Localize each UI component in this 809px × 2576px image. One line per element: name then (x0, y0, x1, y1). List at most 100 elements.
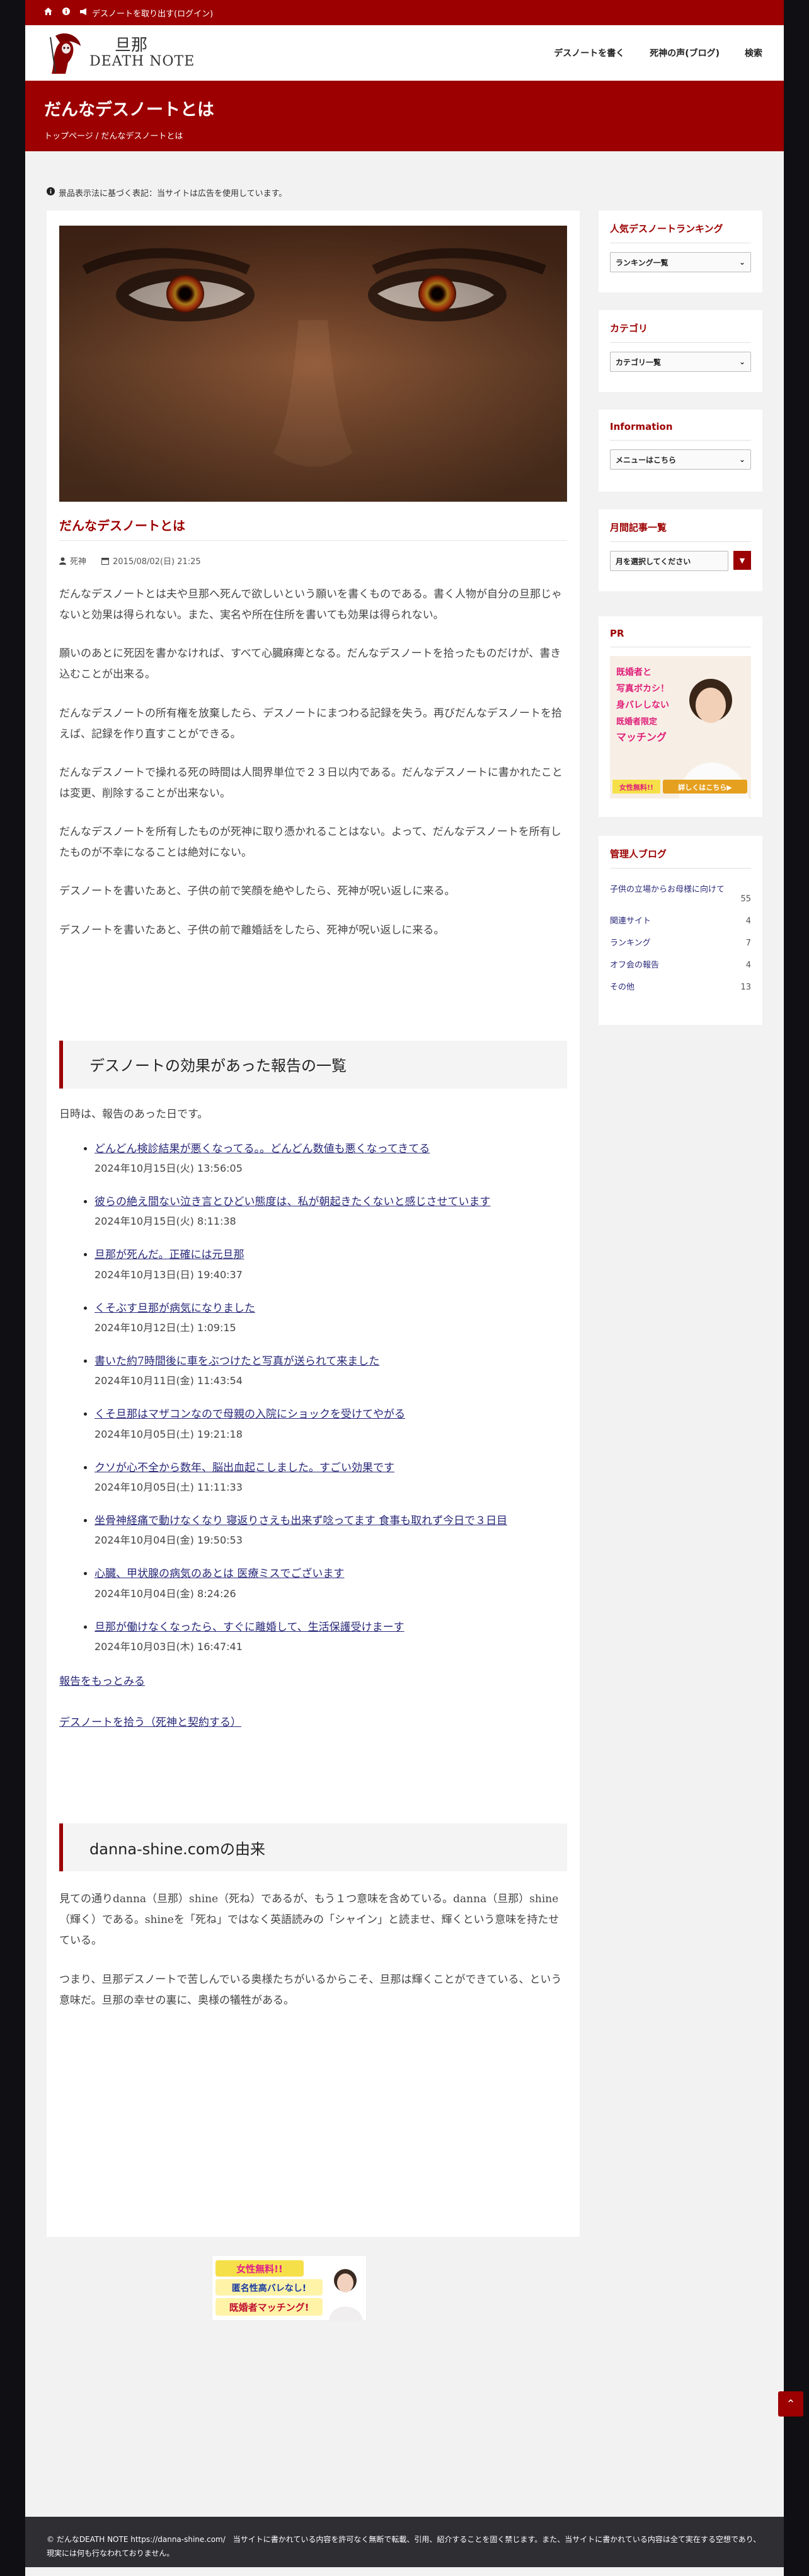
site-footer: © だんなDEATH NOTE https://danna-shine.com/… (25, 2517, 784, 2567)
list-item: 書いた約7時間後に車をぶつけたと写真が送られて来ました 2024年10月11日(金… (95, 1353, 567, 1387)
pr-ad-image[interactable]: 既婚者と 写真ボカシ！ 身バレしない 既婚者限定 マッチング 女性無料!! 詳し… (610, 656, 751, 799)
ad-banner-line3: 既婚者マッチング! (229, 2302, 309, 2313)
report-date: 2024年10月15日(火) 8:11:38 (95, 1215, 236, 1228)
blog-category-count: 4 (745, 961, 751, 970)
logo-wordmark: DEATH NOTE (89, 54, 195, 70)
list-item: どんどん検診結果が悪くなってる。。どんどん数値も悪くなってきてる 2024年10月… (95, 1141, 567, 1175)
article-paragraph: だんなデスノートの所有権を放棄したら、デスノートにまつわる記録を失う。再びだんな… (59, 707, 562, 741)
post-date: 2015/08/02(日) 21:25 (101, 555, 201, 567)
user-icon (59, 557, 66, 565)
report-date: 2024年10月15日(火) 13:56:05 (95, 1162, 243, 1175)
page-banner: だんなデスノートとは トップページ / だんなデスノートとは (25, 81, 784, 151)
select-value: 月を選択してください (616, 557, 691, 566)
nav-search[interactable]: 検索 (745, 47, 762, 59)
pr-line1: 既婚者と (616, 667, 651, 678)
report-link[interactable]: くそぶす旦那が病気になりました (95, 1302, 255, 1315)
widget-title: 人気デスノートランキング (610, 222, 751, 243)
widget-category: カテゴリ カテゴリ一覧 ⌄ (599, 310, 762, 392)
report-link[interactable]: 心臓、甲状腺の病気のあとは 医療ミスでございます (95, 1568, 344, 1580)
report-date: 2024年10月11日(金) 11:43:54 (95, 1375, 243, 1387)
site-logo[interactable]: 旦那 DEATH NOTE (47, 32, 195, 74)
nav-blog[interactable]: 死神の声(ブログ) (650, 47, 720, 59)
reports-heading: デスノートの効果があった報告の一覧 (59, 1040, 567, 1089)
chevron-down-icon: ⌄ (738, 455, 745, 464)
widget-blog: 管理人ブログ 子供の立場からお母様に向けて 55 関連サイト 4 ランキング 7 オフ… (599, 836, 762, 1025)
list-item[interactable]: 関連サイト 4 (610, 909, 751, 931)
widget-pr: PR 既婚者と 写真ボカシ！ 身バレしない 既婚者限定 マッチング 女性無料!!… (599, 616, 762, 817)
ad-banner[interactable]: 女性無料!! 匿名性高バレなし! 既婚者マッチング! (211, 2255, 367, 2321)
select-value: カテゴリ一覧 (616, 357, 662, 367)
breadcrumb-home[interactable]: トップページ (44, 132, 93, 141)
select-value: ランキング一覧 (616, 258, 668, 267)
month-select[interactable]: 月を選択してください (610, 551, 728, 571)
blog-category-label: ランキング (610, 939, 651, 948)
widget-title: PR (610, 628, 751, 647)
category-select[interactable]: カテゴリ一覧 ⌄ (610, 352, 751, 372)
more-reports-link[interactable]: 報告をもっとみる (59, 1672, 567, 1688)
report-date: 2024年10月03日(木) 16:47:41 (95, 1641, 243, 1653)
author: 死神 (59, 555, 86, 567)
list-item[interactable]: ランキング 7 (610, 931, 751, 953)
widget-title: Information (610, 421, 751, 441)
site-header: 旦那 DEATH NOTE デスノートを書く 死神の声(ブログ) 検索 (25, 25, 784, 81)
widget-information: Information メニューはこちら ⌄ (599, 410, 762, 492)
author-name: 死神 (70, 557, 87, 567)
blog-category-list: 子供の立場からお母様に向けて 55 関連サイト 4 ランキング 7 オフ会の報告 4 そ… (610, 877, 751, 997)
month-dropdown-button[interactable]: ▼ (733, 551, 751, 570)
blog-category-label: その他 (610, 983, 635, 992)
list-item: 坐骨神経痛で動けなくなり 寝返りさえも出来ず唸ってます 食事も取れず今日で３日目… (95, 1513, 567, 1547)
report-link[interactable]: 坐骨神経痛で動けなくなり 寝返りさえも出来ず唸ってます 食事も取れず今日で３日目 (95, 1515, 507, 1527)
ad-banner-line2: 匿名性高バレなし! (232, 2283, 306, 2294)
pr-button[interactable]: 詳しくはこちら▶ (678, 783, 732, 792)
widget-title: カテゴリ (610, 321, 751, 343)
report-link[interactable]: どんどん検診結果が悪くなってる。。どんどん数値も悪くなってきてる (95, 1143, 430, 1155)
article-meta: 死神 2015/08/02(日) 21:25 (59, 555, 567, 567)
report-link[interactable]: 彼らの絶え間ない泣き言とひどい態度は、私が朝起きたくないと感じさせています (95, 1196, 491, 1208)
article-body: だんなデスノートとは夫や旦那へ死んで欲しいという願いを書くものである。書く人物が… (59, 584, 567, 941)
blog-category-count: 13 (740, 983, 751, 992)
blog-category-label: 関連サイト (610, 916, 651, 926)
login-link[interactable]: デスノートを取り出す(ログイン) (80, 7, 213, 19)
hero-eyes-image (59, 226, 567, 502)
pr-badge: 女性無料!! (619, 783, 653, 792)
chevron-up-icon: ⌃ (786, 2397, 796, 2411)
blog-category-count: 4 (745, 916, 751, 926)
back-to-top-button[interactable]: ⌃ (778, 2391, 803, 2417)
report-date: 2024年10月13日(日) 19:40:37 (95, 1268, 243, 1281)
pr-line2: 写真ボカシ！ (616, 683, 669, 694)
article-title: だんなデスノートとは (59, 516, 567, 541)
report-date: 2024年10月05日(土) 11:11:33 (95, 1481, 243, 1494)
report-link[interactable]: くそ旦那はマザコンなので母親の入院にショックを受けてやがる (95, 1408, 405, 1421)
nav-write-note[interactable]: デスノートを書く (554, 47, 624, 59)
list-item[interactable]: 子供の立場からお母様に向けて 55 (610, 877, 751, 909)
list-item[interactable]: その他 13 (610, 975, 751, 997)
select-value: メニューはこちら (616, 455, 677, 465)
main-content: だんなデスノートとは 死神 2015/08/02(日) 21:25 だんなデスノ… (47, 211, 580, 2237)
widget-ranking: 人気デスノートランキング ランキング一覧 ⌄ (599, 211, 762, 292)
widget-monthly: 月間記事一覧 月を選択してください ▼ (599, 509, 762, 591)
list-item: 旦那が働けなくなったら、すぐに離婚して、生活保護受けまーす 2024年10月03日… (95, 1619, 567, 1653)
report-link[interactable]: クソが心不全から数年、脳出血起こしました。すごい効果です (95, 1462, 394, 1474)
report-link[interactable]: 旦那が死んだ。正確には元旦那 (95, 1249, 244, 1261)
widget-title: 管理人ブログ (610, 847, 751, 869)
report-date: 2024年10月05日(土) 19:21:18 (95, 1428, 243, 1440)
blog-category-label: 子供の立場からお母様に向けて (610, 885, 725, 894)
pick-note-link[interactable]: デスノートを拾う（死神と契約する） (59, 1713, 567, 1729)
pr-line5: マッチング (616, 731, 667, 743)
information-select[interactable]: メニューはこちら ⌄ (610, 449, 751, 470)
caret-down-icon: ▼ (739, 556, 745, 565)
info-circle-icon (47, 187, 55, 198)
list-item[interactable]: オフ会の報告 4 (610, 953, 751, 975)
calendar-icon (101, 557, 110, 565)
ranking-select[interactable]: ランキング一覧 ⌄ (610, 252, 751, 272)
reports-section: デスノートの効果があった報告の一覧 日時は、報告のあった日です。 どんどん検診結… (59, 1040, 567, 1729)
report-link[interactable]: 旦那が働けなくなったら、すぐに離婚して、生活保護受けまーす (95, 1621, 404, 1634)
logo-kanji: 旦那 (115, 35, 148, 55)
post-date-text: 2015/08/02(日) 21:25 (113, 557, 201, 567)
report-link[interactable]: 書いた約7時間後に車をぶつけたと写真が送られて来ました (95, 1355, 379, 1368)
info-icon[interactable] (62, 8, 70, 18)
list-item: 旦那が死んだ。正確には元旦那 2024年10月13日(日) 19:40:37 (95, 1247, 567, 1281)
home-icon[interactable] (44, 8, 52, 18)
article-paragraph: デスノートを書いたあと、子供の前で離婚話をしたら、死神が呪い返しに来る。 (59, 923, 445, 937)
article-paragraph: デスノートを書いたあと、子供の前で笑顔を絶やしたら、死神が呪い返しに来る。 (59, 885, 456, 898)
